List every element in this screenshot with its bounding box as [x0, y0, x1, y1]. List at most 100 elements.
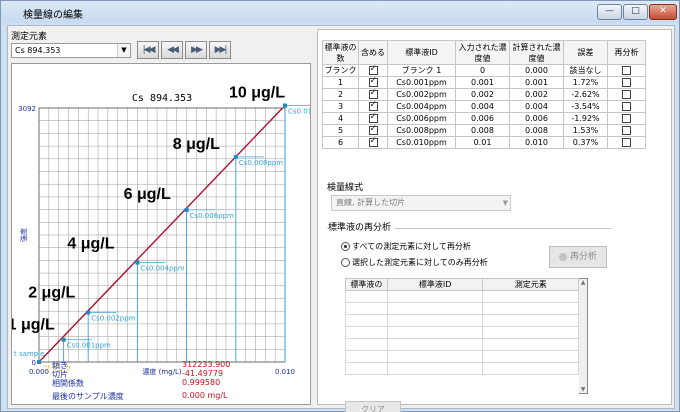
- include-checkbox[interactable]: [368, 88, 378, 99]
- include-checkbox[interactable]: [368, 64, 378, 75]
- next-element-button[interactable]: ▶▶: [185, 41, 207, 59]
- intercept-value: -41.49779: [182, 369, 224, 378]
- cell-error: -2.62%: [563, 88, 608, 101]
- cell-reanalyze[interactable]: [607, 136, 646, 149]
- list-cell: [345, 314, 388, 327]
- cell-error: 0.37%: [563, 136, 608, 149]
- reanalyze-all-radio[interactable]: すべての測定元素に対して再分析: [341, 241, 471, 252]
- last-element-button[interactable]: ▶▶|: [209, 41, 231, 59]
- cell-standard-id: Cs0.006ppm: [387, 112, 456, 125]
- table-row[interactable]: 6 Cs0.010ppm0.010.0100.37%: [322, 136, 646, 149]
- cell-reanalyze[interactable]: [607, 124, 646, 137]
- list-cell: [482, 338, 579, 351]
- chevron-down-icon[interactable]: ▼: [503, 196, 508, 210]
- list-item[interactable]: [345, 350, 579, 363]
- clear-button[interactable]: クリア: [345, 401, 401, 412]
- include-checkbox[interactable]: [368, 112, 378, 123]
- list-item[interactable]: [345, 338, 579, 351]
- table-row[interactable]: 5Cs0.008ppm0.0080.0081.53%: [322, 124, 646, 137]
- cell-input-conc[interactable]: 0.004: [455, 100, 510, 113]
- cell-reanalyze[interactable]: [607, 100, 646, 113]
- cell-input-conc[interactable]: 0.001: [455, 76, 510, 89]
- reanalyze-button[interactable]: 再分析: [549, 246, 607, 268]
- x-axis-label: 濃度 (mg/L): [142, 367, 181, 376]
- list-cell: [482, 302, 579, 315]
- table-row[interactable]: 1Cs0.001ppm0.0010.0011.72%: [322, 76, 646, 89]
- element-dropdown[interactable]: Cs 894.353 ▼: [11, 43, 131, 58]
- cell-include[interactable]: [358, 76, 388, 89]
- reanalyze-checkbox[interactable]: [622, 114, 631, 123]
- col-reanalyze: 再分析: [607, 40, 646, 65]
- cell-include[interactable]: [358, 136, 388, 149]
- previous-element-button[interactable]: ◀◀: [161, 41, 183, 59]
- list-cell: [345, 326, 388, 339]
- list-item[interactable]: [345, 314, 579, 327]
- cell-include[interactable]: [358, 124, 388, 137]
- cell-reanalyze[interactable]: [607, 112, 646, 125]
- cell-standard-count: 5: [322, 124, 359, 137]
- close-button[interactable]: ✕: [649, 4, 677, 20]
- point-label: Cs0.001ppm: [67, 342, 111, 350]
- reanalyze-checkbox[interactable]: [622, 138, 631, 147]
- cell-include[interactable]: [358, 112, 388, 125]
- radio-unselected-icon[interactable]: [341, 258, 350, 267]
- title-bar[interactable]: 検量線の編集 — □ ✕: [1, 1, 679, 23]
- include-checkbox[interactable]: [368, 124, 378, 135]
- cell-standard-id: Cs0.001ppm: [387, 76, 456, 89]
- cell-input-conc[interactable]: 0.002: [455, 88, 510, 101]
- concentration-annotation: 1 μg/L: [12, 317, 55, 334]
- list-cell: [386, 362, 484, 375]
- reanalyze-selected-radio[interactable]: 選択した測定元素に対してのみ再分析: [341, 257, 488, 268]
- cell-reanalyze[interactable]: [607, 76, 646, 89]
- list-item[interactable]: [345, 362, 579, 375]
- col-error: 誤差: [563, 40, 608, 65]
- include-checkbox[interactable]: [368, 136, 378, 147]
- cell-include[interactable]: [358, 64, 388, 77]
- cell-include[interactable]: [358, 88, 388, 101]
- reanalysis-list[interactable]: 標準液の 標準液ID 測定元素: [345, 278, 579, 375]
- maximize-button[interactable]: □: [623, 4, 648, 20]
- table-row[interactable]: 4Cs0.006ppm0.0060.006-1.92%: [322, 112, 646, 125]
- table-row[interactable]: ブランク ブランク 100.000該当なし: [322, 64, 646, 77]
- cell-input-conc[interactable]: 0.006: [455, 112, 510, 125]
- scroll-up-icon[interactable]: ▲: [579, 279, 587, 286]
- reanalyze-all-label: すべての測定元素に対して再分析: [352, 242, 471, 251]
- list-scrollbar[interactable]: ▲ ▼: [579, 278, 588, 394]
- table-row[interactable]: 2Cs0.002ppm0.0020.002-2.62%: [322, 88, 646, 101]
- list-cell: [386, 302, 484, 315]
- list-item[interactable]: [345, 302, 579, 315]
- last-sample-label: 最後のサンプル濃度: [52, 392, 124, 401]
- cell-standard-id: Cs0.002ppm: [387, 88, 456, 101]
- reanalyze-checkbox[interactable]: [622, 66, 631, 75]
- cell-include[interactable]: [358, 100, 388, 113]
- cell-reanalyze[interactable]: [607, 64, 646, 77]
- chevron-down-icon[interactable]: ▼: [117, 44, 130, 57]
- reanalyze-checkbox[interactable]: [622, 102, 631, 111]
- reanalyze-checkbox[interactable]: [622, 90, 631, 99]
- reanalyze-checkbox[interactable]: [622, 126, 631, 135]
- list-item[interactable]: [345, 290, 579, 303]
- curve-equation-dropdown[interactable]: 直線, 計算した切片 ▼: [331, 195, 511, 211]
- list-cell: [345, 350, 388, 363]
- minimize-button[interactable]: —: [597, 4, 622, 20]
- cell-input-conc[interactable]: 0.01: [455, 136, 510, 149]
- list-item[interactable]: [345, 326, 579, 339]
- cell-reanalyze[interactable]: [607, 88, 646, 101]
- cell-input-conc[interactable]: 0: [455, 64, 510, 77]
- cell-calc-conc: 0.004: [509, 100, 564, 113]
- reanalyze-checkbox[interactable]: [622, 78, 631, 87]
- list-cell: [345, 362, 388, 375]
- radio-selected-icon[interactable]: [341, 242, 350, 251]
- window-title: 検量線の編集: [23, 10, 83, 21]
- table-row[interactable]: 3Cs0.004ppm0.0040.004-3.54%: [322, 100, 646, 113]
- scroll-down-icon[interactable]: ▼: [579, 386, 587, 393]
- standards-table: 標準液の数 含める 標準液ID 入力された濃度値 計算された濃度値 誤差 再分析…: [322, 40, 646, 149]
- chart-title: Cs 894.353: [132, 93, 192, 104]
- last-sample-value: 0.000 mg/L: [182, 391, 228, 400]
- list-cell: [345, 290, 388, 303]
- cell-input-conc[interactable]: 0.008: [455, 124, 510, 137]
- include-checkbox[interactable]: [368, 76, 378, 87]
- first-element-button[interactable]: |◀◀: [137, 41, 159, 59]
- include-checkbox[interactable]: [368, 100, 378, 111]
- cell-standard-count: 6: [322, 136, 359, 149]
